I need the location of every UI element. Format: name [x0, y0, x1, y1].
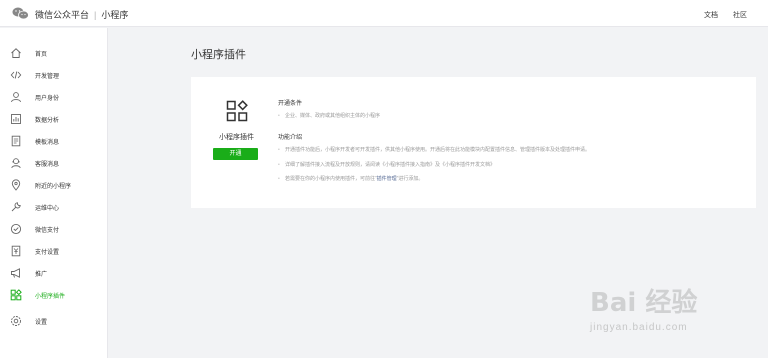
sidebar-item-mini-program-plugins[interactable]: 小程序插件 — [0, 284, 108, 306]
sidebar-item-label: 设置 — [35, 320, 48, 326]
sidebar-item-promotion[interactable]: 推广 — [0, 262, 108, 284]
sidebar-item-wechat-pay[interactable]: 微信支付 — [0, 218, 108, 240]
gear-icon — [10, 315, 22, 327]
document-icon — [10, 135, 22, 147]
brand-title: 微信公众平台 — [35, 10, 90, 20]
sidebar-item-label: 支付设置 — [35, 250, 60, 256]
conditions-title: 开通条件 — [278, 101, 303, 107]
page-title: 小程序插件 — [191, 49, 246, 61]
plugin-card: 小程序插件 开通 开通条件 • 企业、媒体、政府或其他组织主体的小程序 功能介绍 … — [191, 77, 756, 208]
plugin-management-link[interactable]: 插件管理 — [377, 176, 397, 182]
customer-service-icon — [10, 157, 22, 169]
sidebar-item-ops-center[interactable]: 运维中心 — [0, 196, 108, 218]
wrench-icon — [10, 201, 22, 213]
sidebar-item-customer-messages[interactable]: 客服消息 — [0, 152, 108, 174]
sidebar-item-home[interactable]: 首页 — [0, 42, 108, 64]
sidebar-item-label: 数据分析 — [35, 118, 60, 124]
list-item: • 若需要在你的小程序内使用插件，可前往“插件管理”进行添加。 — [278, 176, 424, 182]
sidebar-item-label: 推广 — [35, 272, 48, 278]
sidebar-item-label: 微信支付 — [35, 228, 60, 234]
list-item: • 详细了解插件接入流程及开放规则，请阅读《小程序插件接入指南》及《小程序插件开发… — [278, 162, 496, 168]
location-icon — [10, 179, 22, 191]
list-item: • 企业、媒体、政府或其他组织主体的小程序 — [278, 113, 381, 119]
sidebar-item-label: 模板消息 — [35, 140, 60, 146]
user-icon — [10, 91, 22, 103]
payment-settings-icon — [10, 245, 22, 257]
sidebar-item-label: 客服消息 — [35, 162, 60, 168]
watermark-url: jingyan.baidu.com — [590, 322, 688, 333]
sidebar-item-payment-settings[interactable]: 支付设置 — [0, 240, 108, 262]
plugin-icon — [226, 100, 248, 122]
sidebar-item-user-identity[interactable]: 用户身份 — [0, 86, 108, 108]
list-item: • 开通插件功能后，小程序开发者可开发插件，供其他小程序使用。开通后将在此功能模块… — [278, 147, 591, 153]
intro-title: 功能介绍 — [278, 135, 303, 141]
community-link[interactable]: 社区 — [733, 10, 747, 20]
sidebar-item-dev-management[interactable]: 开发管理 — [0, 64, 108, 86]
sidebar: 首页 开发管理 用户身份 数据分析 模板消息 客服消息 附近的小程序 运维中心 … — [0, 28, 108, 358]
brand[interactable]: 微信公众平台 | 小程序 — [35, 8, 128, 21]
sidebar-item-template-messages[interactable]: 模板消息 — [0, 130, 108, 152]
sidebar-item-label: 附近的小程序 — [35, 184, 72, 190]
plugin-icon — [10, 289, 22, 301]
sidebar-item-data-analysis[interactable]: 数据分析 — [0, 108, 108, 130]
sidebar-item-label: 用户身份 — [35, 96, 60, 102]
brand-subtitle: 小程序 — [101, 10, 129, 20]
plugin-name: 小程序插件 — [219, 134, 254, 141]
sidebar-item-label: 运维中心 — [35, 206, 60, 212]
payment-icon — [10, 223, 22, 235]
open-plugin-button[interactable]: 开通 — [213, 148, 258, 160]
docs-link[interactable]: 文档 — [704, 10, 718, 20]
wechat-icon[interactable] — [12, 7, 29, 20]
chart-icon — [10, 113, 22, 125]
home-icon — [10, 47, 22, 59]
sidebar-item-label: 开发管理 — [35, 74, 60, 80]
top-header: 微信公众平台 | 小程序 文档 社区 — [0, 0, 768, 27]
sidebar-item-settings[interactable]: 设置 — [0, 310, 108, 332]
watermark: Bai 经验 jingyan.baidu.com — [590, 282, 760, 352]
watermark-logo: Bai 经验 — [590, 288, 698, 318]
code-icon — [10, 69, 22, 81]
sidebar-item-nearby-mini-programs[interactable]: 附近的小程序 — [0, 174, 108, 196]
sidebar-item-label: 首页 — [35, 52, 48, 58]
brand-separator: | — [94, 10, 97, 20]
sidebar-item-label: 小程序插件 — [35, 294, 66, 300]
megaphone-icon — [10, 267, 22, 279]
